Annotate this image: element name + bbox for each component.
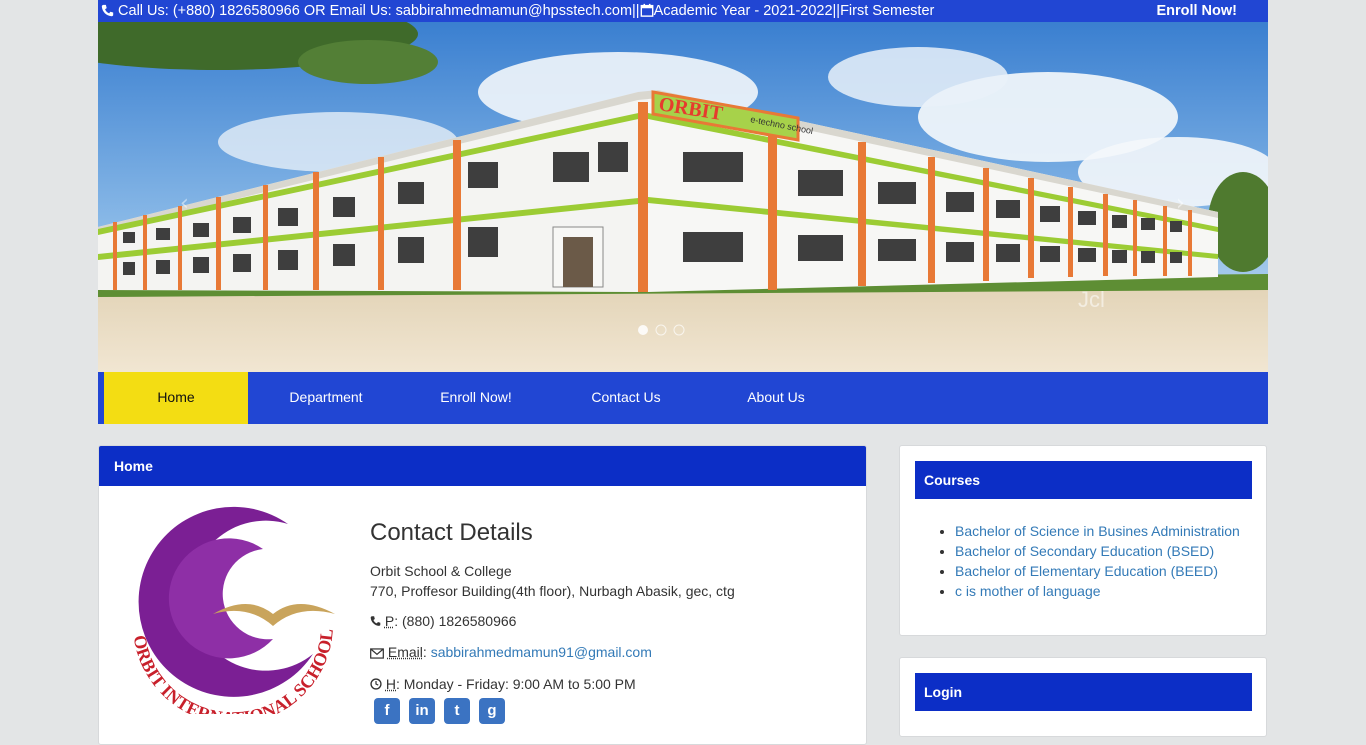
contact-title: Contact Details — [370, 519, 533, 546]
school-logo: ORBIT INTERNATIONAL SCHOOL — [113, 504, 343, 728]
course-link[interactable]: Bachelor of Secondary Education (BSED) — [955, 541, 1240, 561]
nav-contact-us[interactable]: Contact Us — [554, 372, 698, 424]
courses-list: Bachelor of Science in Busines Administr… — [955, 521, 1240, 601]
social-links: f in t g — [374, 698, 514, 724]
envelope-icon — [370, 644, 384, 664]
academic-year-text: Academic Year - 2021-2022||First Semeste… — [653, 3, 935, 19]
nav-about-us[interactable]: About Us — [704, 372, 848, 424]
phone-icon — [370, 612, 381, 632]
contact-details: Contact Details Orbit School & College 7… — [370, 519, 850, 695]
office-hours: Monday - Friday: 9:00 AM to 5:00 PM — [403, 675, 636, 692]
school-building-image: ORBIT e-techno school Jcl ‹ › — [98, 22, 1268, 372]
carousel-prev-icon[interactable]: ‹ — [180, 191, 189, 216]
contact-text: Call Us: (+880) 1826580966 OR Email Us: … — [118, 3, 640, 19]
email-label: Email — [387, 644, 423, 661]
nav-department[interactable]: Department — [254, 372, 398, 424]
course-link[interactable]: Bachelor of Elementary Education (BEED) — [955, 561, 1240, 581]
school-name: Orbit School & College — [370, 563, 512, 579]
login-panel: Login — [899, 657, 1267, 737]
facebook-icon[interactable]: f — [374, 698, 400, 724]
google-plus-icon[interactable]: g — [479, 698, 505, 724]
hours-row: H: Monday - Friday: 9:00 AM to 5:00 PM — [370, 674, 850, 695]
nav-home[interactable]: Home — [104, 372, 248, 424]
clock-icon — [370, 675, 382, 695]
carousel-next-icon[interactable]: › — [1176, 191, 1185, 216]
main-nav: Home Department Enroll Now! Contact Us A… — [98, 372, 1268, 424]
school-address: 770, Proffesor Building(4th floor), Nurb… — [370, 583, 735, 599]
carousel-indicator[interactable] — [638, 325, 648, 335]
courses-panel: Courses Bachelor of Science in Busines A… — [899, 445, 1267, 636]
home-panel: Home ORBIT INTERNATIONAL SCHOOL Contact … — [98, 445, 867, 745]
top-info-bar: Call Us: (+880) 1826580966 OR Email Us: … — [98, 0, 1268, 22]
panel-heading: Home — [99, 446, 866, 486]
hours-label: H — [385, 675, 397, 692]
banner-watermark: Jcl — [1078, 287, 1105, 312]
courses-heading: Courses — [915, 461, 1252, 499]
phone-number: (880) 1826580966 — [402, 613, 517, 629]
login-heading: Login — [915, 673, 1252, 711]
linkedin-icon[interactable]: in — [409, 698, 435, 724]
email-link[interactable]: sabbirahmedmamun91@gmail.com — [431, 644, 652, 660]
email-row: Email: sabbirahmedmamun91@gmail.com — [370, 642, 850, 663]
phone-label: P — [384, 613, 395, 629]
enroll-now-link[interactable]: Enroll Now! — [1156, 0, 1237, 22]
hero-banner: ORBIT e-techno school Jcl ‹ › — [98, 22, 1268, 372]
course-link[interactable]: c is mother of language — [955, 581, 1240, 601]
twitter-icon[interactable]: t — [444, 698, 470, 724]
nav-enroll-now[interactable]: Enroll Now! — [404, 372, 548, 424]
phone-row: P: (880) 1826580966 — [370, 611, 850, 632]
phone-icon — [101, 0, 114, 22]
calendar-icon — [640, 0, 654, 22]
course-link[interactable]: Bachelor of Science in Busines Administr… — [955, 521, 1240, 541]
